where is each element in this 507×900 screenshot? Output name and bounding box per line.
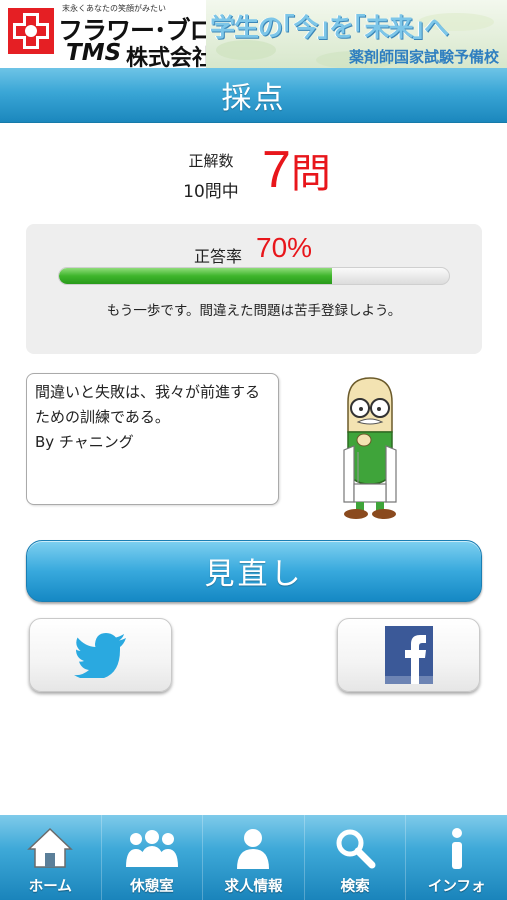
quote-line-2: ための訓練である。 bbox=[35, 408, 170, 426]
search-icon-wrap bbox=[327, 825, 383, 871]
accuracy-progress-bar bbox=[58, 267, 450, 285]
person-icon bbox=[237, 829, 270, 869]
nav-item-info[interactable]: インフォ bbox=[405, 815, 507, 900]
pill-professor-character-icon bbox=[343, 377, 397, 519]
score-value: 7問 bbox=[262, 140, 331, 200]
accuracy-panel: 正答率 70% もう一歩です。間違えた問題は苦手登録しよう。 bbox=[26, 224, 482, 354]
person-icon-wrap bbox=[225, 825, 281, 871]
nav-label-lounge: 休憩室 bbox=[130, 879, 174, 895]
banner-slogan: 学生の｢今｣を｢未来｣へ bbox=[210, 13, 449, 42]
people-icon bbox=[125, 830, 178, 867]
nav-item-lounge[interactable]: 休憩室 bbox=[100, 815, 203, 900]
info-icon bbox=[451, 828, 462, 869]
brand-tms-logo: TMS bbox=[66, 40, 122, 66]
total-questions-label: 10問中 bbox=[183, 182, 239, 202]
accuracy-value: 70% bbox=[256, 232, 313, 263]
search-icon bbox=[336, 829, 376, 869]
people-icon-wrap bbox=[124, 825, 180, 871]
page-title: 採点 bbox=[221, 81, 286, 116]
quote-line-1: 間違いと失敗は、我々が前進する bbox=[35, 383, 261, 401]
home-icon bbox=[27, 827, 74, 868]
correct-count-label: 正解数 bbox=[188, 152, 234, 170]
twitter-share-button[interactable] bbox=[29, 618, 172, 692]
nav-item-home[interactable]: ホーム bbox=[0, 815, 101, 900]
top-banner[interactable]: 末永くあなたの笑顔がみたい フラワー･ブロス TMS 株式会社 学生の｢今｣を｢… bbox=[0, 0, 507, 68]
nav-item-jobs[interactable]: 求人情報 bbox=[202, 815, 304, 900]
banner-school-name: 薬剤師国家試験予備校 bbox=[348, 48, 499, 66]
info-icon-wrap bbox=[429, 825, 485, 871]
nav-label-home: ホーム bbox=[28, 879, 72, 895]
score-labels: 正解数 10問中 bbox=[166, 150, 256, 202]
home-icon-wrap bbox=[22, 825, 78, 871]
score-unit: 問 bbox=[290, 151, 331, 197]
review-button-label: 見直し bbox=[204, 557, 304, 592]
score-number: 7 bbox=[262, 141, 291, 199]
title-bar: 採点 bbox=[0, 68, 507, 123]
nav-label-jobs: 求人情報 bbox=[224, 879, 283, 895]
nav-item-search[interactable]: 検索 bbox=[303, 815, 406, 900]
facebook-f-icon bbox=[384, 626, 433, 684]
accuracy-progress-fill bbox=[59, 268, 332, 284]
twitter-bird-icon bbox=[73, 633, 126, 678]
review-button[interactable]: 見直し bbox=[26, 540, 482, 602]
banner-ad-area: 学生の｢今｣を｢未来｣へ 薬剤師国家試験予備校 bbox=[206, 0, 507, 68]
facebook-share-button[interactable] bbox=[337, 618, 480, 692]
nav-label-info: インフォ bbox=[427, 879, 486, 895]
red-cross-logo-icon bbox=[8, 8, 54, 54]
advice-text: もう一歩です。間違えた問題は苦手登録しよう。 bbox=[106, 303, 402, 319]
quote-author: By チャニング bbox=[35, 433, 134, 451]
bottom-navigation: ホーム 休憩室 求人情報 検索 インフォ bbox=[0, 815, 507, 900]
brand-company: 株式会社 bbox=[126, 46, 215, 68]
nav-label-search: 検索 bbox=[340, 879, 370, 895]
accuracy-label: 正答率 bbox=[194, 247, 243, 266]
quote-bubble: 間違いと失敗は、我々が前進する ための訓練である。 By チャニング bbox=[26, 373, 279, 505]
